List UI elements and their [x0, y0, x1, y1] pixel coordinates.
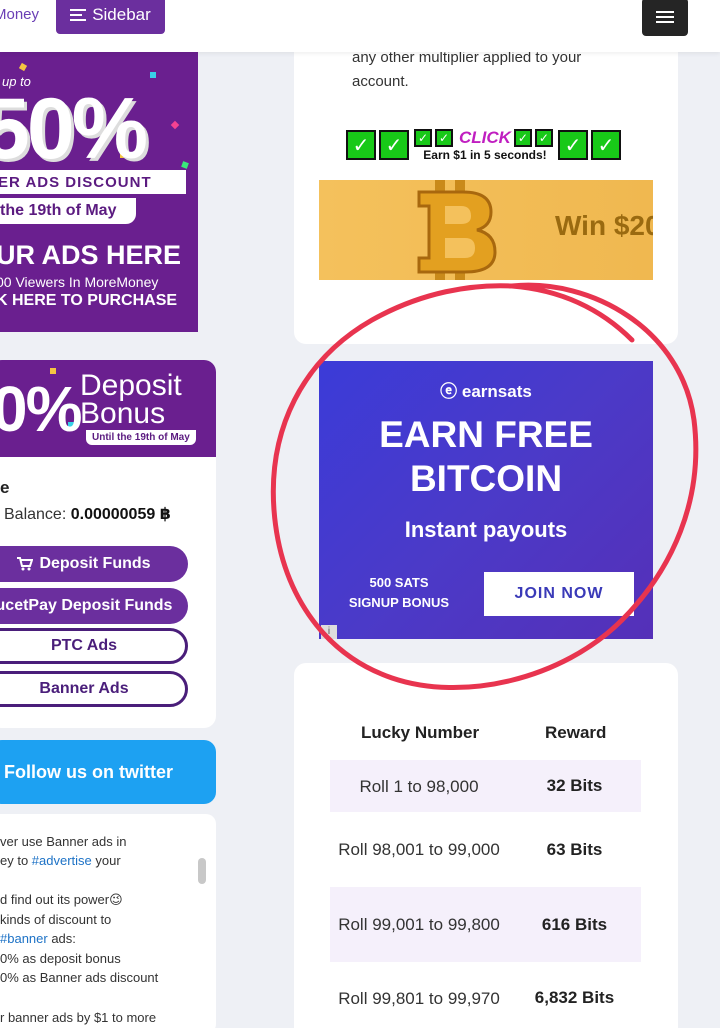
- promo-date: the 19th of May: [0, 198, 136, 224]
- reward-cell: 616 Bits: [541, 914, 608, 934]
- tweet-line: #banner ads:: [0, 931, 76, 946]
- tweet-scrollbar[interactable]: [198, 858, 206, 884]
- site-logo[interactable]: Money: [0, 6, 39, 23]
- confetti-shape: [18, 62, 28, 72]
- faucetpay-deposit-button[interactable]: ucetPay Deposit Funds: [0, 588, 188, 624]
- click-earn-banner[interactable]: ✓ ✓ ✓ ✓ CLICK ✓ ✓ Earn $1 in 5 seconds! …: [346, 128, 626, 162]
- follow-twitter-label: Follow us on twitter: [4, 761, 173, 782]
- balance-display: Balance: 0.00000059 ฿: [4, 504, 171, 524]
- tweet-line: 0% as Banner ads discount: [0, 970, 159, 985]
- tweet-line: ver use Banner ads in: [0, 834, 127, 849]
- promo-discount-label: ER ADS DISCOUNT: [0, 170, 186, 194]
- earnsats-logo: ⓔ earnsats: [440, 382, 532, 401]
- promo-purchase-link[interactable]: K HERE TO PURCHASE: [0, 292, 177, 310]
- col-header-lucky-number: Lucky Number: [361, 723, 480, 742]
- lucky-number-cell: Roll 99,801 to 99,970: [338, 988, 500, 1008]
- click-earn-subtext: Earn $1 in 5 seconds!: [423, 148, 547, 162]
- menu-lines-icon: [70, 9, 87, 21]
- sidebar-button-label: Sidebar: [92, 5, 151, 24]
- user-account-card: 0% Deposit Bonus Until the 19th of May e…: [0, 360, 216, 728]
- earnsats-ad[interactable]: ⓔ earnsats EARN FREE BITCOIN Instant pay…: [319, 361, 653, 639]
- hashtag-link[interactable]: #advertise: [32, 853, 92, 868]
- checkmark-icon: ✓: [435, 129, 453, 147]
- faucet-info-card: any other multiplier applied to your acc…: [294, 30, 678, 344]
- click-earn-center: ✓ ✓ CLICK ✓ ✓ Earn $1 in 5 seconds!: [414, 128, 556, 162]
- deposit-bonus-banner[interactable]: 0% Deposit Bonus Until the 19th of May: [0, 360, 216, 457]
- confetti-shape: [181, 161, 189, 169]
- embedded-tweet[interactable]: ver use Banner ads in ey to #advertise y…: [0, 814, 216, 1028]
- deposit-bonus-percent: 0%: [0, 373, 82, 445]
- faucetpay-deposit-label: ucetPay Deposit Funds: [0, 597, 173, 614]
- banner-ads-button[interactable]: Banner Ads: [0, 671, 188, 707]
- ptc-ads-button[interactable]: PTC Ads: [0, 628, 188, 664]
- join-now-button[interactable]: JOIN NOW: [484, 572, 634, 616]
- tweet-line: r banner ads by $1 to more: [0, 1010, 157, 1025]
- lucky-number-cell: Roll 98,001 to 99,000: [338, 840, 500, 859]
- ptc-ads-label: PTC Ads: [50, 637, 118, 654]
- table-row: Roll 99,801 to 99,970 6,832 Bits: [330, 962, 641, 1028]
- checkmark-icon: ✓: [414, 129, 432, 147]
- checkmark-icon: ✓: [346, 130, 376, 160]
- main-menu-button[interactable]: [642, 0, 688, 36]
- click-word: CLICK: [459, 128, 511, 147]
- reward-cell: 6,832 Bits: [534, 988, 615, 1007]
- checkmark-icon: ✓: [534, 129, 553, 147]
- confetti-shape: [170, 120, 180, 130]
- top-navbar: Money Sidebar: [0, 0, 720, 52]
- ad-info-icon[interactable]: i: [321, 625, 337, 639]
- banner-ads-label: Banner Ads: [39, 680, 129, 697]
- checkmark-icon: ✓: [557, 130, 588, 160]
- sidebar-toggle-button[interactable]: Sidebar: [56, 0, 165, 34]
- reward-cell: 63 Bits: [546, 839, 603, 859]
- earnsats-headline: EARN FREE BITCOIN: [379, 414, 593, 499]
- username: e: [0, 478, 10, 497]
- deposit-funds-button[interactable]: Deposit Funds: [0, 546, 188, 582]
- earnsats-e-icon: ⓔ: [440, 382, 462, 401]
- deposit-funds-label: Deposit Funds: [39, 555, 151, 572]
- table-row: Roll 1 to 98,000 32 Bits: [330, 760, 641, 812]
- checkmark-icon: ✓: [590, 130, 621, 160]
- balance-label: Balance:: [4, 506, 67, 523]
- hamburger-icon: [656, 11, 674, 23]
- promo-viewers: 00 Viewers In MoreMoney: [0, 274, 159, 290]
- multiplier-text: any other multiplier applied to your acc…: [352, 49, 582, 90]
- promo-percent: 50%: [0, 81, 148, 177]
- bitcoin-coin-icon: [417, 180, 497, 280]
- col-header-reward: Reward: [545, 723, 607, 742]
- tweet-line: ey to #advertise your: [0, 853, 121, 868]
- table-row: Roll 99,001 to 99,800 616 Bits: [330, 887, 641, 962]
- banner-ads-discount-promo[interactable]: up to 50% ER ADS DISCOUNT the 19th of Ma…: [0, 52, 198, 332]
- tweet-line: d find out its power😉: [0, 892, 123, 907]
- lucky-number-cell: Roll 99,001 to 99,800: [338, 915, 500, 934]
- table-row: Roll 98,001 to 99,000 63 Bits: [330, 812, 641, 887]
- promo-ads-here: UR ADS HERE: [0, 240, 182, 270]
- reward-cell: 32 Bits: [546, 776, 603, 795]
- checkmark-icon: ✓: [513, 129, 532, 147]
- earnsats-subline: Instant payouts: [404, 517, 568, 542]
- win-amount-text: Win $20: [555, 210, 653, 241]
- hashtag-link[interactable]: #banner: [0, 931, 48, 946]
- win-bitcoin-ad[interactable]: Win $20: [319, 180, 653, 280]
- tweet-line: kinds of discount to: [0, 912, 112, 927]
- reward-table: Lucky Number Reward Roll 1 to 98,000 32 …: [294, 663, 678, 1028]
- confetti-shape: [150, 72, 156, 78]
- balance-value: 0.00000059 ฿: [70, 506, 171, 523]
- deposit-bonus-title: Deposit Bonus: [80, 369, 182, 430]
- lucky-number-cell: Roll 1 to 98,000: [359, 776, 479, 796]
- follow-twitter-button[interactable]: Follow us on twitter: [0, 740, 216, 804]
- tweet-line: 0% as deposit bonus: [0, 951, 121, 966]
- checkmark-icon: ✓: [379, 130, 409, 160]
- deposit-bonus-until: Until the 19th of May: [86, 430, 196, 445]
- earnsats-signup-bonus: 500 SATS SIGNUP BONUS: [348, 575, 450, 610]
- cart-icon: [17, 557, 34, 571]
